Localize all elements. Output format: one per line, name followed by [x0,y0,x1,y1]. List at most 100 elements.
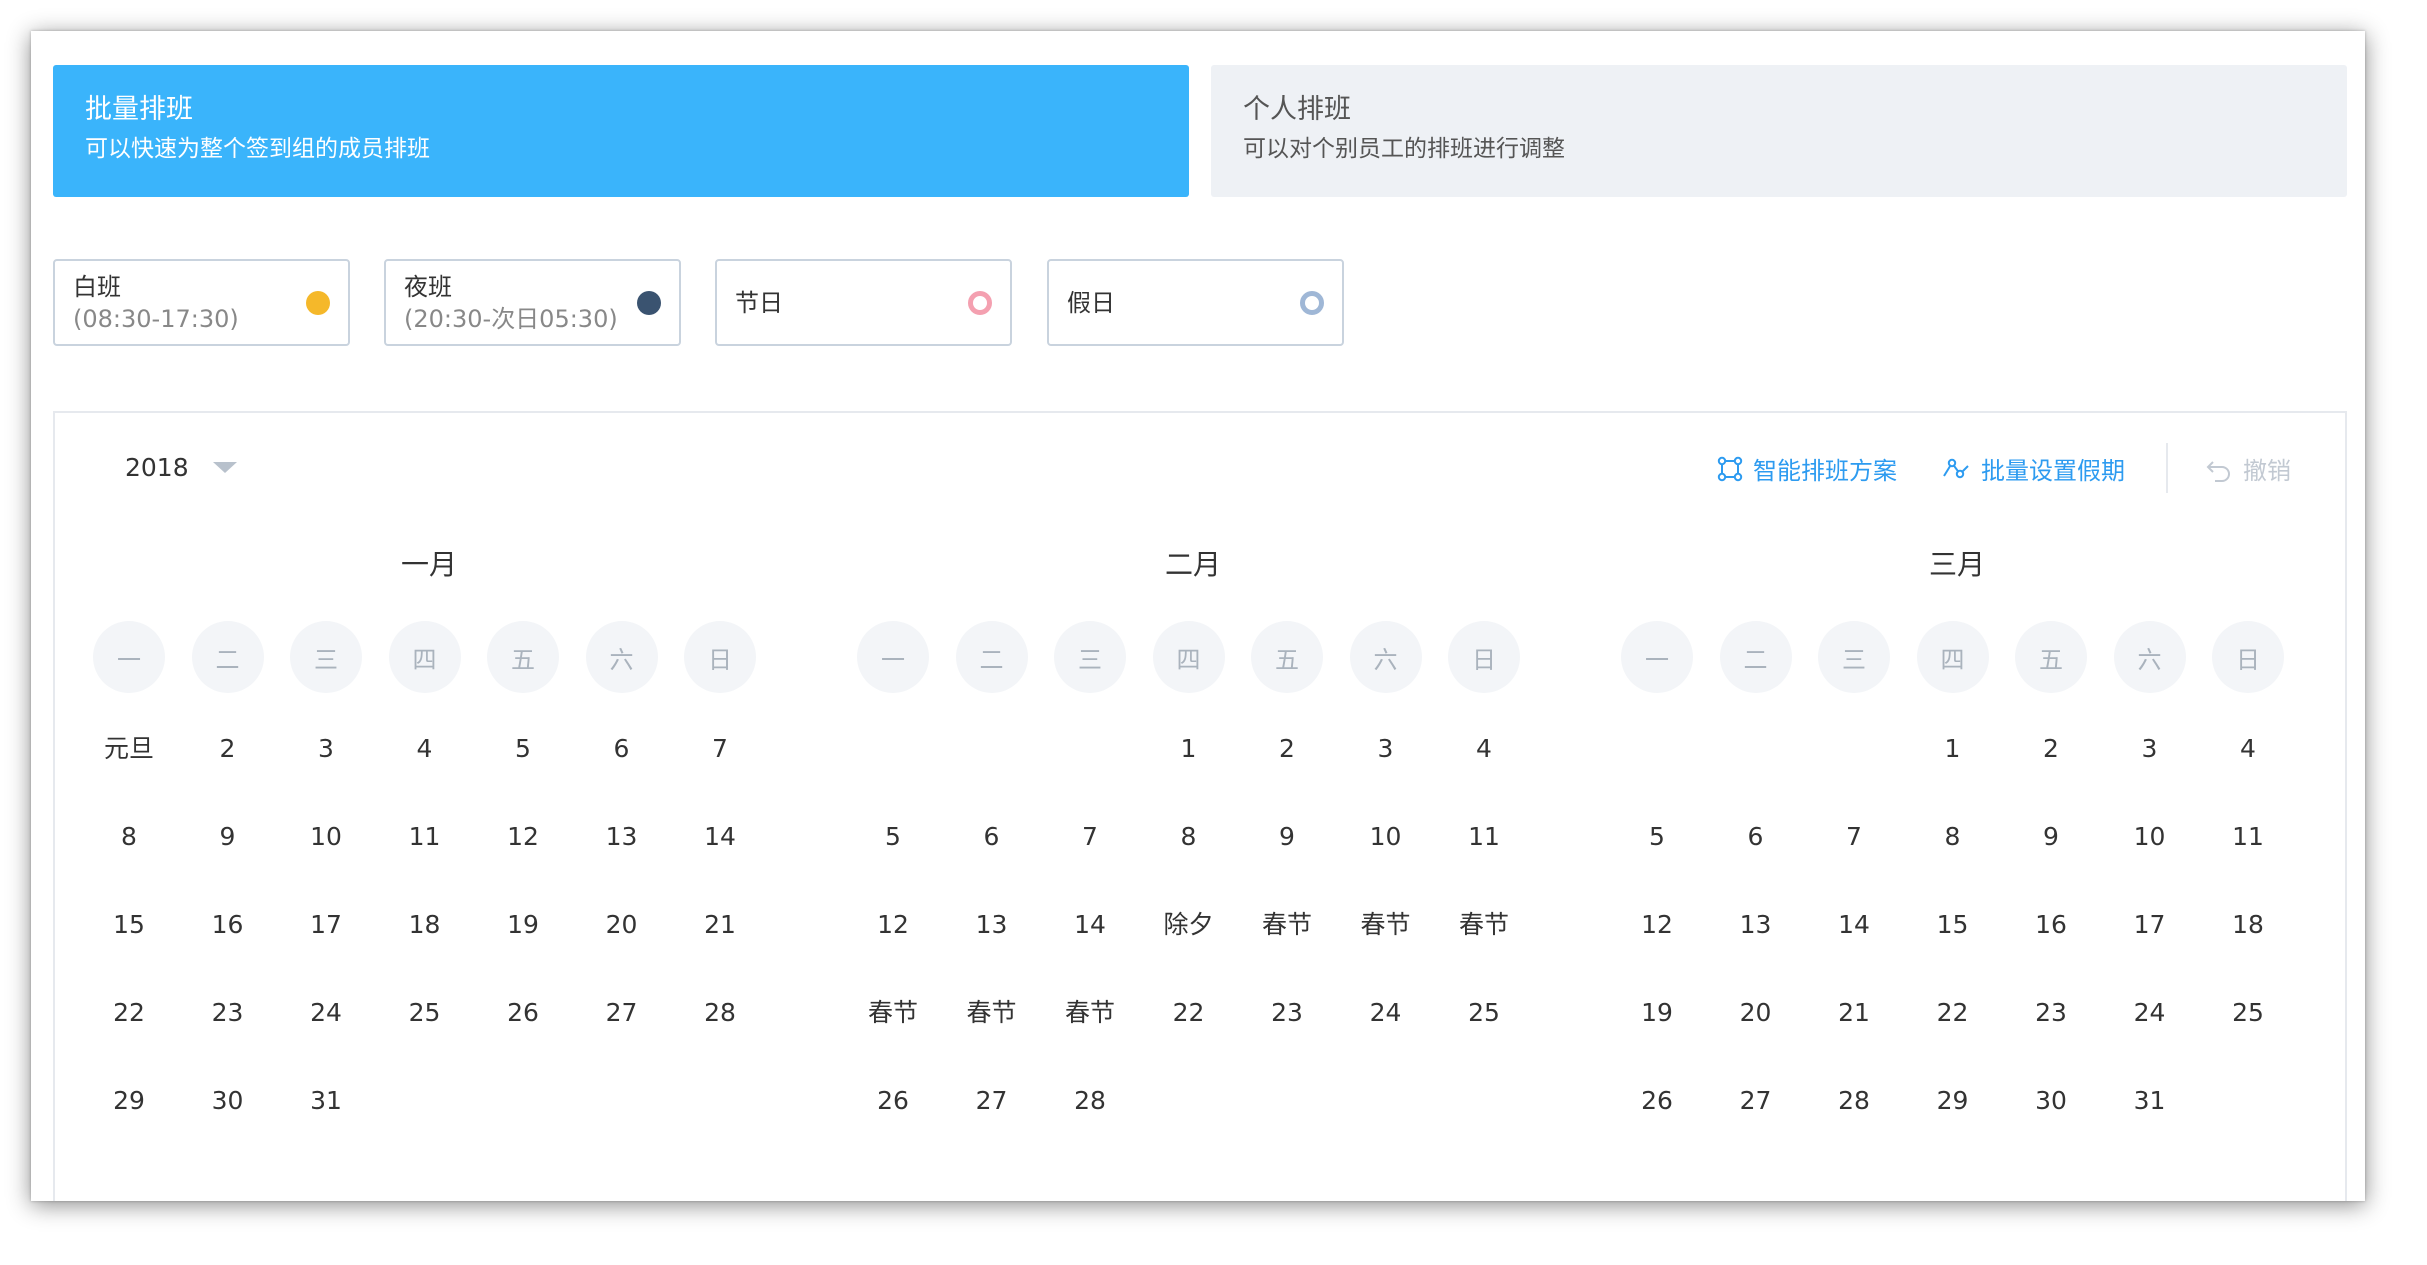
day-cell[interactable]: 11 [385,817,465,857]
day-cell[interactable]: 4 [385,729,465,769]
day-cell[interactable]: 31 [2110,1081,2190,1121]
day-cell[interactable]: 25 [2208,993,2288,1033]
day-cell[interactable]: 27 [952,1081,1032,1121]
day-cell[interactable]: 26 [1617,1081,1697,1121]
day-cell[interactable]: 12 [1617,905,1697,945]
day-cell[interactable]: 22 [89,993,169,1033]
day-cell[interactable]: 6 [582,729,662,769]
day-cell[interactable]: 26 [853,1081,933,1121]
smart-schedule-button[interactable]: 智能排班方案 [1717,451,1897,486]
day-cell[interactable]: 23 [2011,993,2091,1033]
batch-holiday-button[interactable]: 批量设置假期 [1941,451,2125,486]
day-cell[interactable]: 9 [188,817,268,857]
day-cell[interactable]: 29 [1913,1081,1993,1121]
personal-schedule-tab[interactable]: 个人排班 可以对个别员工的排班进行调整 [1211,65,2347,197]
day-cell[interactable]: 28 [1050,1081,1130,1121]
day-cell[interactable]: 8 [89,817,169,857]
day-cell[interactable]: 春节 [952,993,1032,1033]
day-cell[interactable]: 10 [286,817,366,857]
day-cell[interactable]: 13 [952,905,1032,945]
day-cell[interactable]: 4 [2208,729,2288,769]
day-cell[interactable]: 14 [1050,905,1130,945]
shift-chip-holiday[interactable]: 假日 [1047,259,1344,346]
day-cell[interactable]: 8 [1913,817,1993,857]
day-cell[interactable]: 元旦 [89,729,169,769]
day-cell[interactable]: 17 [286,905,366,945]
day-cell[interactable]: 6 [1716,817,1796,857]
day-cell[interactable]: 25 [1444,993,1524,1033]
day-cell[interactable]: 1 [1149,729,1229,769]
shift-chip-night[interactable]: 夜班 (20:30-次日05:30) [384,259,681,346]
day-cell[interactable]: 5 [483,729,563,769]
day-cell[interactable]: 春节 [1050,993,1130,1033]
day-cell[interactable]: 5 [853,817,933,857]
day-cell[interactable]: 23 [1247,993,1327,1033]
day-cell[interactable]: 15 [89,905,169,945]
day-cell[interactable]: 21 [680,905,760,945]
day-cell[interactable]: 13 [1716,905,1796,945]
day-cell[interactable]: 春节 [1247,905,1327,945]
day-cell[interactable]: 10 [2110,817,2190,857]
day-cell[interactable]: 13 [582,817,662,857]
day-cell[interactable]: 3 [2110,729,2190,769]
day-cell[interactable]: 17 [2110,905,2190,945]
day-cell[interactable]: 16 [2011,905,2091,945]
day-cell[interactable]: 2 [1247,729,1327,769]
day-cell[interactable]: 7 [680,729,760,769]
day-cell[interactable]: 28 [680,993,760,1033]
day-cell[interactable]: 29 [89,1081,169,1121]
day-cell[interactable]: 24 [1346,993,1426,1033]
day-cell[interactable]: 23 [188,993,268,1033]
day-cell[interactable]: 8 [1149,817,1229,857]
day-cell[interactable]: 春节 [1346,905,1426,945]
day-cell[interactable]: 10 [1346,817,1426,857]
day-cell[interactable]: 9 [2011,817,2091,857]
day-cell[interactable]: 28 [1814,1081,1894,1121]
day-cell[interactable]: 18 [2208,905,2288,945]
shift-chip-festival[interactable]: 节日 [715,259,1012,346]
year-select[interactable]: 2018 [125,453,237,482]
day-cell[interactable]: 27 [1716,1081,1796,1121]
day-cell[interactable]: 11 [2208,817,2288,857]
day-cell[interactable]: 12 [483,817,563,857]
day-cell[interactable]: 4 [1444,729,1524,769]
day-cell[interactable]: 16 [188,905,268,945]
day-cell[interactable]: 9 [1247,817,1327,857]
day-cell[interactable]: 除夕 [1149,905,1229,945]
day-cell[interactable]: 春节 [1444,905,1524,945]
day-cell[interactable]: 3 [286,729,366,769]
day-cell[interactable]: 5 [1617,817,1697,857]
undo-button[interactable]: 撤销 [2205,451,2291,486]
day-cell[interactable]: 22 [1149,993,1229,1033]
day-cell[interactable]: 24 [286,993,366,1033]
day-cell[interactable]: 14 [680,817,760,857]
day-cell[interactable]: 2 [188,729,268,769]
day-cell[interactable]: 20 [1716,993,1796,1033]
day-cell[interactable]: 31 [286,1081,366,1121]
day-cell[interactable]: 7 [1814,817,1894,857]
day-cell[interactable]: 1 [1913,729,1993,769]
day-cell[interactable]: 19 [1617,993,1697,1033]
day-cell[interactable]: 3 [1346,729,1426,769]
day-cell[interactable]: 26 [483,993,563,1033]
day-cell[interactable]: 24 [2110,993,2190,1033]
day-cell[interactable]: 15 [1913,905,1993,945]
day-cell[interactable]: 30 [2011,1081,2091,1121]
day-cell[interactable]: 21 [1814,993,1894,1033]
day-cell[interactable]: 30 [188,1081,268,1121]
day-cell[interactable]: 25 [385,993,465,1033]
day-cell[interactable]: 6 [952,817,1032,857]
day-cell[interactable]: 2 [2011,729,2091,769]
day-cell[interactable]: 19 [483,905,563,945]
day-cell[interactable]: 14 [1814,905,1894,945]
day-cell[interactable]: 22 [1913,993,1993,1033]
day-cell[interactable]: 11 [1444,817,1524,857]
batch-schedule-tab[interactable]: 批量排班 可以快速为整个签到组的成员排班 [53,65,1189,197]
day-cell[interactable]: 12 [853,905,933,945]
day-cell[interactable]: 18 [385,905,465,945]
day-cell[interactable]: 春节 [853,993,933,1033]
day-cell[interactable]: 7 [1050,817,1130,857]
day-cell[interactable]: 20 [582,905,662,945]
day-cell[interactable]: 27 [582,993,662,1033]
shift-chip-day[interactable]: 白班 (08:30-17:30) [53,259,350,346]
